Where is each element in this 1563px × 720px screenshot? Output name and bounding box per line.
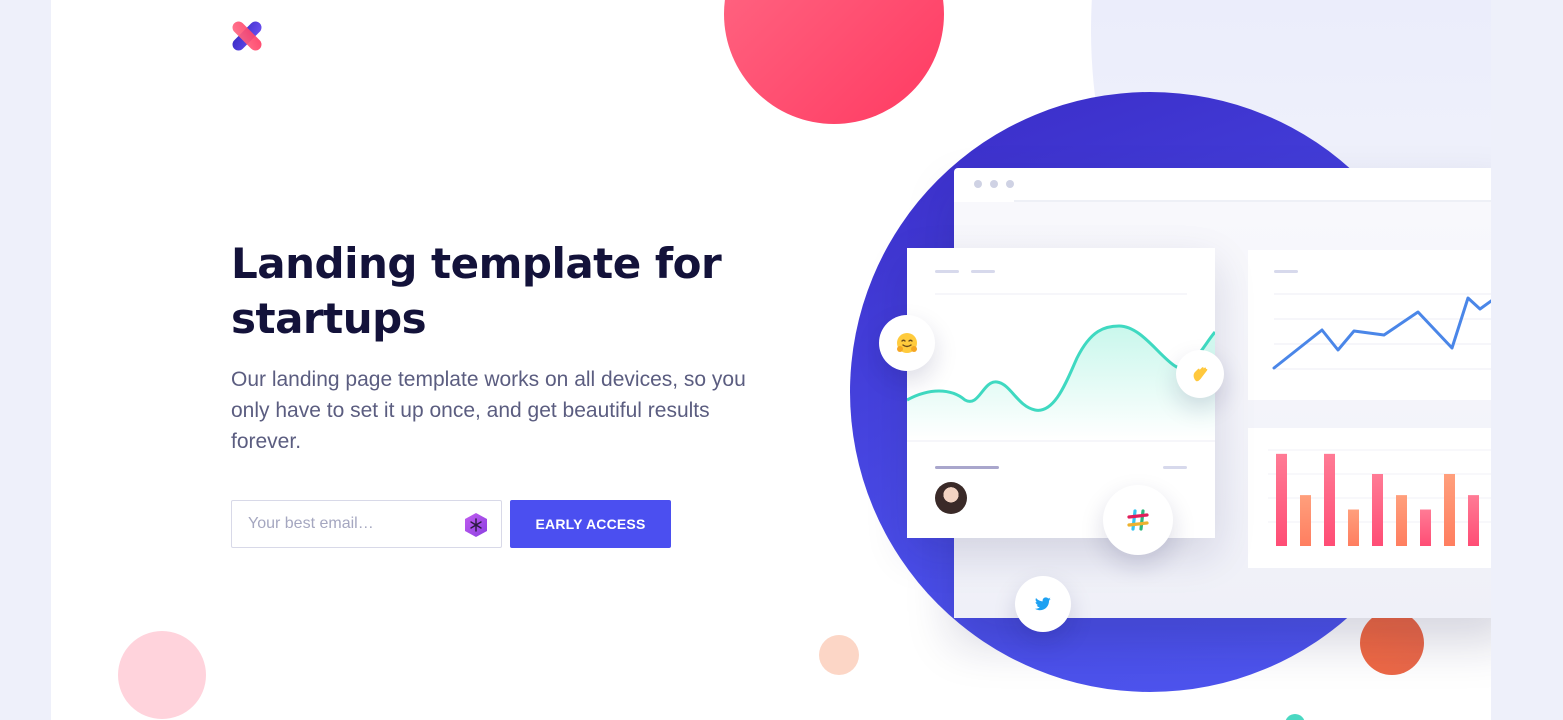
brand-logo-icon[interactable]	[231, 20, 263, 52]
card-label-bar	[935, 270, 959, 273]
window-dot	[990, 180, 998, 188]
hug-emoji-icon	[879, 315, 935, 371]
wave-emoji-icon	[1176, 350, 1224, 398]
line-chart-series	[1272, 296, 1491, 370]
bar-chart-bar	[1396, 495, 1407, 546]
email-field-wrapper	[231, 500, 502, 548]
twitter-icon	[1015, 576, 1071, 632]
bar-chart-card	[1248, 428, 1491, 568]
bar-chart-bar	[1348, 509, 1359, 546]
area-chart-card	[907, 248, 1215, 538]
line-chart-card	[1248, 250, 1491, 400]
bar-chart-bar	[1300, 495, 1311, 546]
bar-chart-bar	[1324, 453, 1335, 546]
card-meta-bar	[1163, 466, 1187, 469]
avatar	[935, 482, 967, 514]
bar-chart	[1268, 449, 1491, 546]
card-label-bar	[971, 270, 995, 273]
hero-title: Landing template for startups	[231, 239, 722, 343]
landing-page: Landing template for startups Our landin…	[51, 0, 1491, 720]
bar-chart-bar	[1420, 509, 1431, 546]
bar-chart-bar	[1468, 495, 1479, 546]
bar-chart-bar	[1276, 453, 1287, 546]
card-name-bar	[935, 466, 999, 469]
card-label-bar	[1274, 270, 1298, 273]
early-access-button[interactable]: EARLY ACCESS	[510, 500, 671, 548]
decorative-circle-pink	[118, 631, 206, 719]
bar-chart-bar	[1372, 474, 1383, 546]
window-dot	[1006, 180, 1014, 188]
browser-window-dots	[974, 180, 1014, 188]
bar-chart-bar	[1444, 474, 1455, 546]
slack-icon	[1103, 485, 1173, 555]
area-chart-fill	[907, 326, 1215, 440]
decorative-circle-orange	[1360, 611, 1424, 675]
decorative-circle-peach	[819, 635, 859, 675]
hero-subtitle: Our landing page template works on all d…	[231, 368, 746, 453]
decorative-circle-teal	[1285, 714, 1305, 720]
email-input[interactable]	[232, 501, 501, 547]
window-dot	[974, 180, 982, 188]
bar-chart-bars	[1276, 453, 1479, 546]
line-chart	[1272, 270, 1491, 370]
decorative-circle-red	[724, 0, 944, 124]
password-manager-icon[interactable]	[463, 512, 489, 538]
